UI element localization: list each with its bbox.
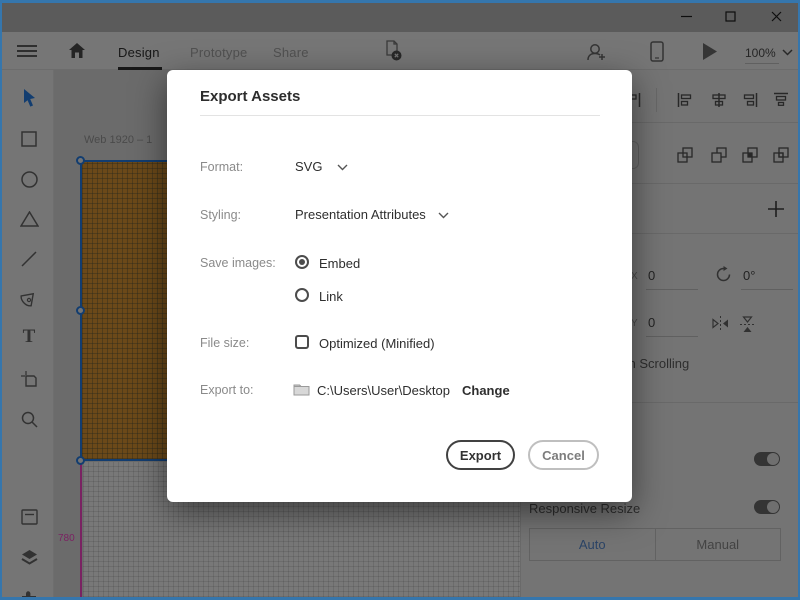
format-label: Format: bbox=[200, 160, 243, 174]
cancel-button[interactable]: Cancel bbox=[528, 440, 599, 470]
export-button[interactable]: Export bbox=[446, 440, 515, 470]
embed-radio-label[interactable]: Embed bbox=[319, 256, 360, 271]
link-radio-label[interactable]: Link bbox=[319, 289, 343, 304]
change-path-link[interactable]: Change bbox=[462, 383, 510, 398]
styling-label: Styling: bbox=[200, 208, 241, 222]
file-size-label: File size: bbox=[200, 336, 249, 350]
dialog-title: Export Assets bbox=[200, 88, 300, 105]
window-border-left bbox=[0, 0, 2, 600]
folder-icon bbox=[293, 382, 310, 396]
window-border-top bbox=[0, 0, 800, 3]
styling-value[interactable]: Presentation Attributes bbox=[295, 207, 426, 222]
optimized-checkbox-label[interactable]: Optimized (Minified) bbox=[319, 336, 435, 351]
export-path-value: C:\Users\User\Desktop bbox=[317, 383, 450, 398]
format-chevron-icon[interactable] bbox=[337, 164, 348, 171]
save-images-label: Save images: bbox=[200, 256, 276, 270]
dialog-title-divider bbox=[200, 115, 600, 116]
export-assets-dialog: Export Assets Format: SVG Styling: Prese… bbox=[167, 70, 632, 502]
styling-chevron-icon[interactable] bbox=[438, 212, 449, 219]
export-to-label: Export to: bbox=[200, 383, 254, 397]
embed-radio[interactable] bbox=[295, 255, 309, 269]
format-value[interactable]: SVG bbox=[295, 159, 322, 174]
link-radio[interactable] bbox=[295, 288, 309, 302]
optimized-checkbox[interactable] bbox=[295, 335, 309, 349]
